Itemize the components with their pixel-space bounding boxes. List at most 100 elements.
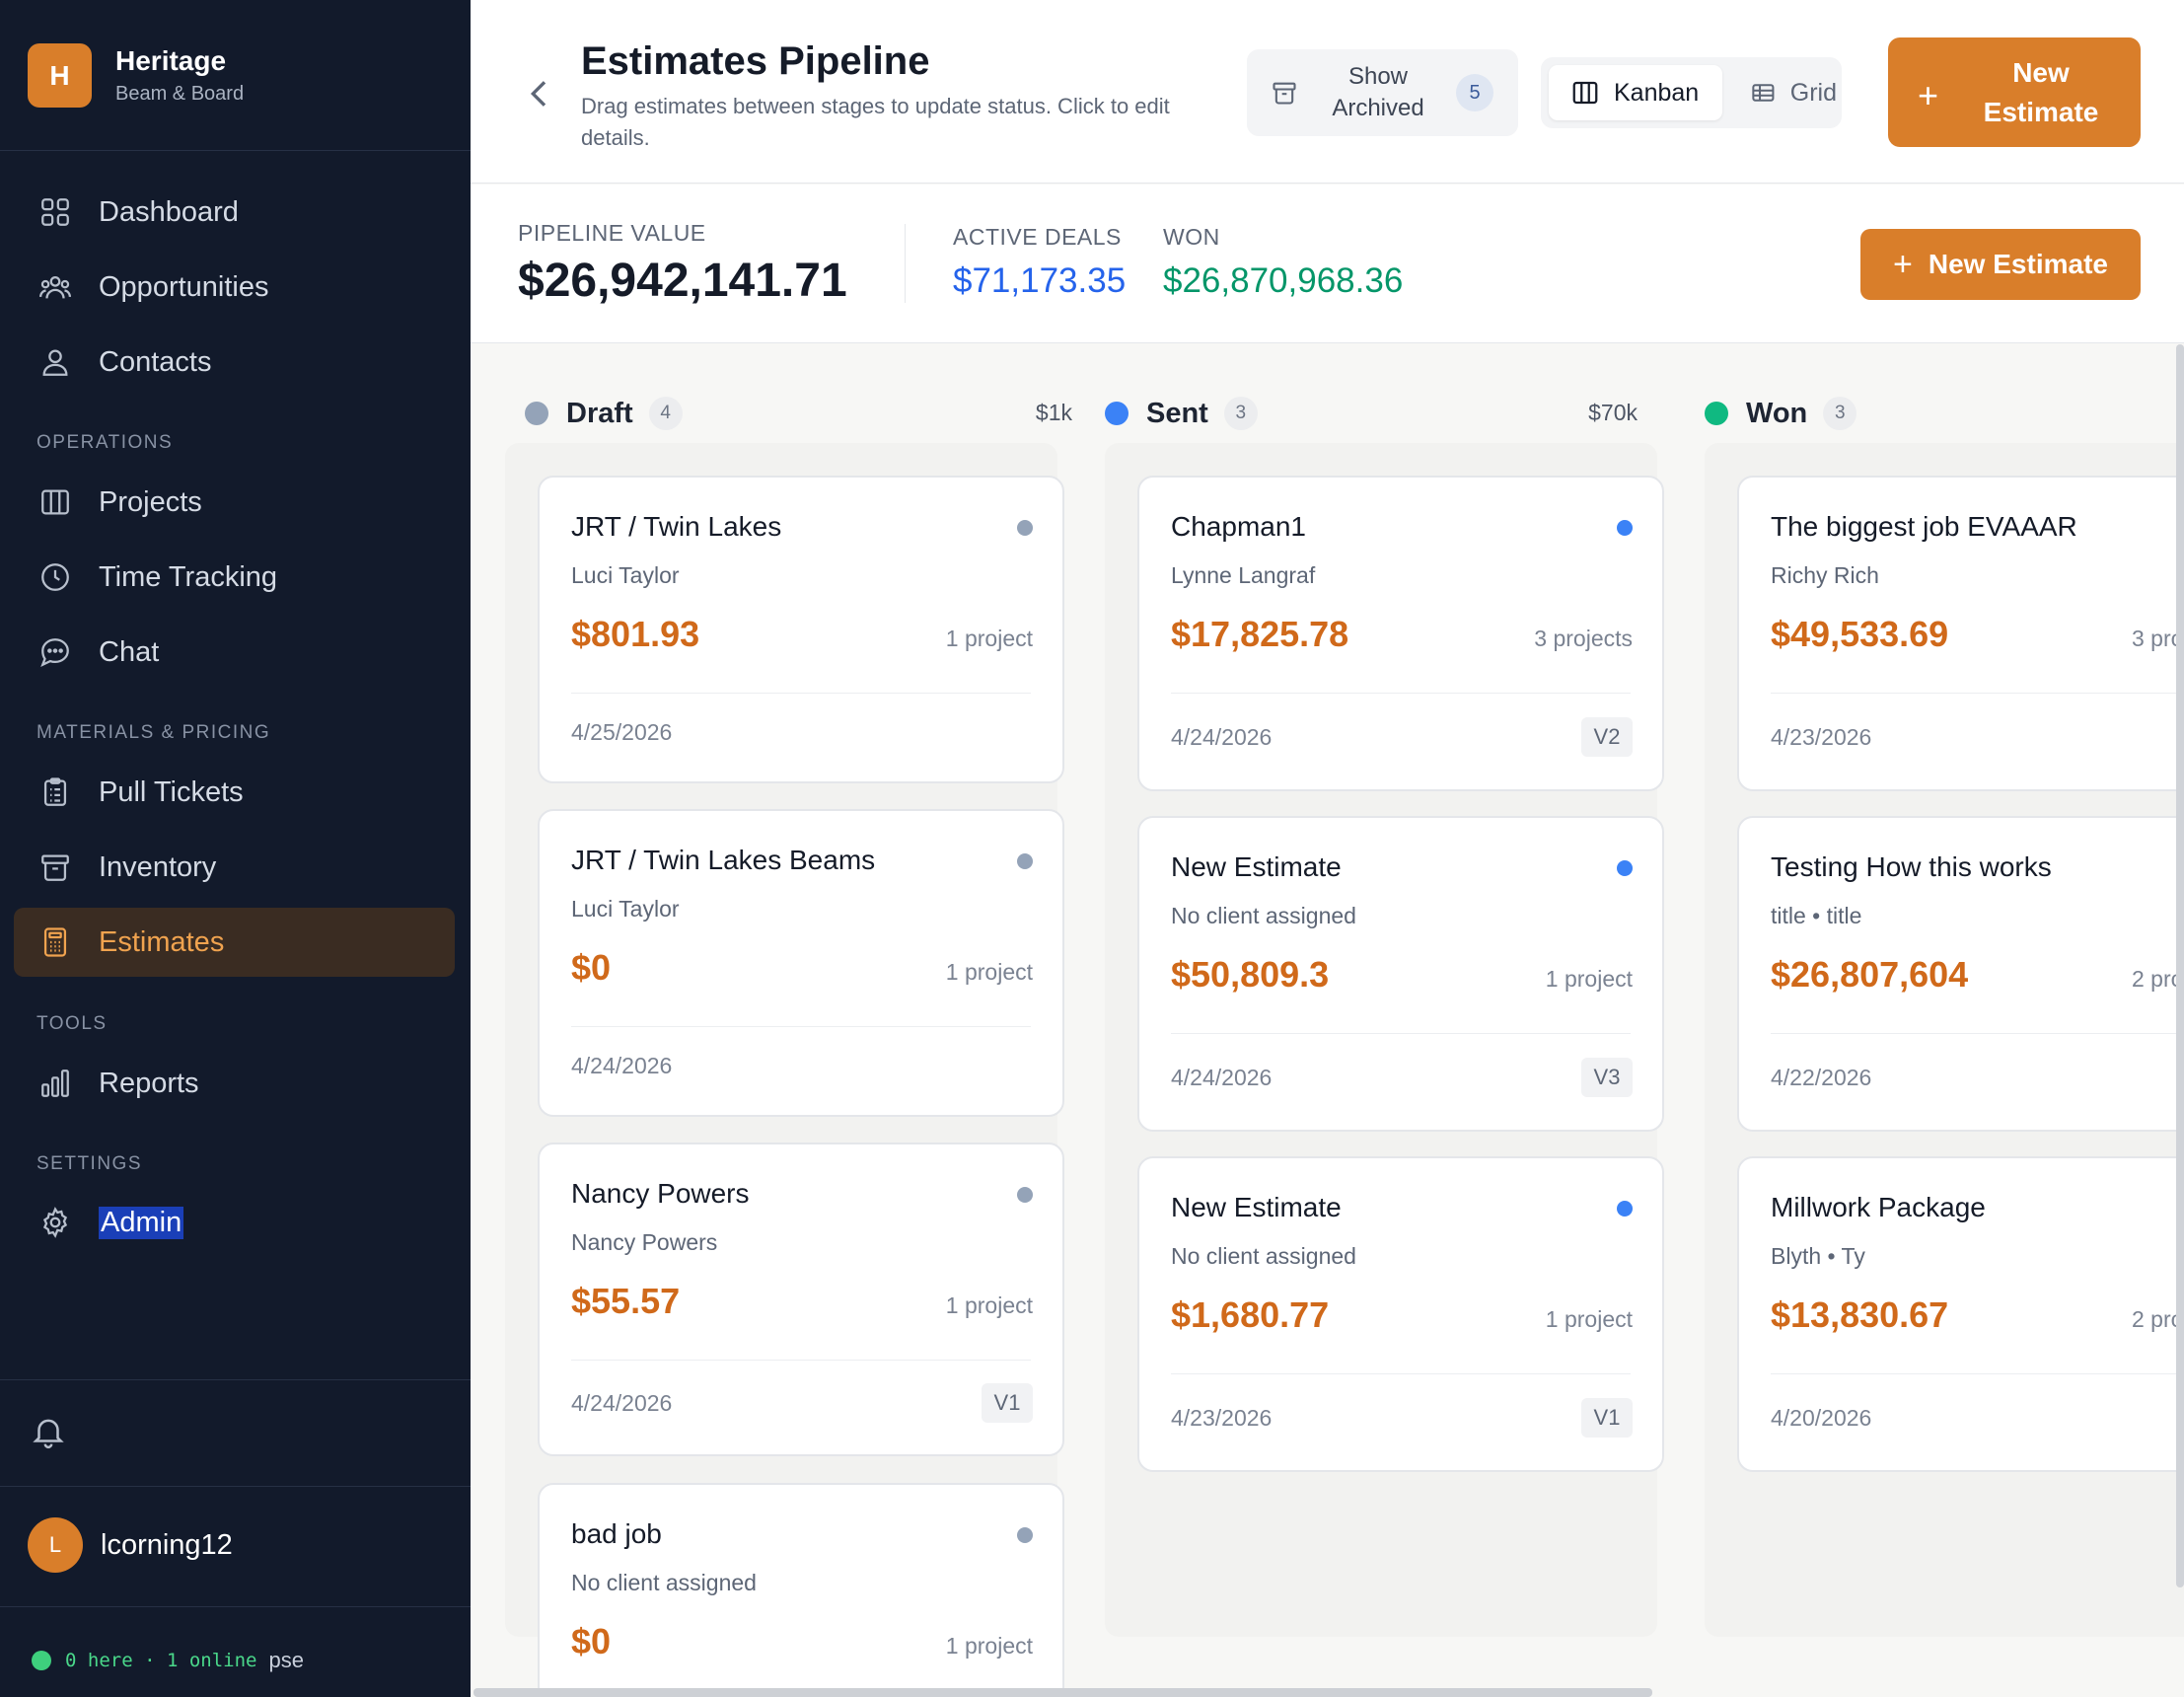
card-title: Nancy Powers (571, 1178, 750, 1209)
sidebar-item-time-tracking[interactable]: Time Tracking (14, 543, 455, 612)
card-title: JRT / Twin Lakes (571, 511, 782, 542)
sidebar-item-label: Dashboard (99, 195, 239, 228)
sidebar-item-label: Projects (99, 485, 202, 518)
show-archived-button[interactable]: Show Archived 5 (1247, 49, 1518, 136)
bell-icon[interactable] (30, 1413, 67, 1450)
section-label-tools: TOOLS (36, 1013, 108, 1034)
presence-extra: pse (268, 1648, 304, 1672)
estimate-card[interactable]: New Estimate No client assigned $50,809.… (1137, 816, 1664, 1132)
show-archived-label: Show Archived (1332, 63, 1424, 121)
version-badge: V3 (1581, 1058, 1633, 1097)
card-divider (571, 1026, 1031, 1027)
new-estimate-button[interactable]: + New Estimate (1860, 229, 2141, 300)
table-icon (1752, 84, 1775, 102)
sidebar-item-dashboard[interactable]: Dashboard (14, 178, 455, 247)
estimate-card[interactable]: bad job No client assigned $0 1 project (538, 1483, 1064, 1697)
estimate-card[interactable]: Nancy Powers Nancy Powers $55.57 1 proje… (538, 1143, 1064, 1456)
sidebar-item-projects[interactable]: Projects (14, 468, 455, 537)
chat-icon (37, 634, 73, 670)
card-date: 4/24/2026 (571, 1390, 673, 1416)
stats-divider (905, 224, 906, 303)
sidebar-item-estimates[interactable]: Estimates (14, 908, 455, 977)
estimate-card[interactable]: The biggest job EVAAAR Richy Rich $49,53… (1737, 476, 2184, 791)
sidebar-item-reports[interactable]: Reports (14, 1049, 455, 1118)
card-amount: $0 (571, 1621, 612, 1661)
card-client: Blyth • Ty (1771, 1243, 1865, 1269)
estimate-card[interactable]: Testing How this works title • title $26… (1737, 816, 2184, 1132)
sidebar-item-opportunities[interactable]: Opportunities (14, 253, 455, 322)
card-amount: $50,809.3 (1171, 954, 1330, 995)
estimate-card[interactable]: JRT / Twin Lakes Luci Taylor $801.93 1 p… (538, 476, 1064, 783)
card-amount: $1,680.77 (1171, 1294, 1330, 1335)
users-icon (37, 269, 73, 305)
card-divider (1171, 1033, 1631, 1034)
active-deals-value: $71,173.35 (953, 261, 1127, 300)
section-label-operations: OPERATIONS (36, 432, 174, 453)
status-dot-icon (1105, 402, 1128, 425)
card-project-count: 1 project (945, 959, 1033, 985)
card-divider (1171, 693, 1631, 694)
card-client: Luci Taylor (571, 562, 680, 588)
card-project-count: 1 project (945, 626, 1033, 651)
sidebar-item-label: Inventory (99, 850, 217, 883)
won-value: $26,870,968.36 (1163, 261, 1404, 300)
estimate-card[interactable]: Millwork Package Blyth • Ty $13,830.67 2… (1737, 1156, 2184, 1472)
estimate-card[interactable]: JRT / Twin Lakes Beams Luci Taylor $0 1 … (538, 809, 1064, 1117)
sidebar-item-chat[interactable]: Chat (14, 618, 455, 687)
view-grid-button[interactable]: Grid (1728, 65, 1837, 120)
card-amount: $49,533.69 (1771, 614, 1949, 654)
card-date: 4/24/2026 (571, 1053, 673, 1078)
card-client: No client assigned (1171, 903, 1356, 928)
card-title: Millwork Package (1771, 1192, 1986, 1222)
card-title: Chapman1 (1171, 511, 1306, 542)
estimate-card[interactable]: New Estimate No client assigned $1,680.7… (1137, 1156, 1664, 1472)
card-amount: $17,825.78 (1171, 614, 1349, 654)
status-dot-icon (1617, 860, 1633, 876)
column-header: Sent 3 (1105, 394, 1258, 433)
page-header: Estimates Pipeline Drag estimates betwee… (471, 0, 2184, 184)
column-total: $1k (1035, 400, 1072, 425)
card-title: New Estimate (1171, 851, 1342, 882)
horizontal-scrollbar[interactable] (473, 1688, 1652, 1697)
page-title: Estimates Pipeline (581, 39, 930, 83)
sidebar-item-pull-tickets[interactable]: Pull Tickets (14, 758, 455, 827)
sidebar-item-label: Reports (99, 1067, 199, 1099)
brand[interactable]: H Heritage Beam & Board (28, 43, 244, 108)
sidebar-item-label: Estimates (99, 925, 225, 958)
card-project-count: 1 project (945, 1633, 1033, 1659)
card-project-count: 1 project (945, 1292, 1033, 1318)
card-divider (1771, 693, 2184, 694)
card-project-count: 3 projects (1534, 626, 1633, 651)
gear-icon (37, 1205, 73, 1240)
column-draft: Draft 4 $1k JRT / Twin Lakes Luci Taylor… (471, 344, 1072, 1697)
card-client: No client assigned (1171, 1243, 1356, 1269)
card-client: No client assigned (571, 1570, 757, 1595)
status-dot-icon (1017, 520, 1033, 536)
sidebar: H Heritage Beam & Board Dashboard Opport… (0, 0, 471, 1697)
pipeline-value: $26,942,141.71 (518, 255, 847, 307)
column-count-badge: 3 (1823, 397, 1857, 430)
new-estimate-label: New Estimate (1928, 249, 2108, 279)
user-profile[interactable]: L lcorning12 (28, 1517, 233, 1573)
view-kanban-button[interactable]: Kanban (1549, 65, 1722, 120)
column-count-badge: 3 (1223, 397, 1258, 430)
brand-name: Heritage (115, 45, 227, 76)
sidebar-divider (0, 1606, 471, 1607)
card-amount: $0 (571, 947, 612, 988)
sidebar-item-admin[interactable]: Admin (14, 1188, 455, 1257)
page-subtitle: Drag estimates between stages to update … (581, 94, 1170, 150)
back-chevron-icon[interactable] (520, 74, 559, 113)
card-client: Luci Taylor (571, 896, 680, 922)
new-estimate-header-button[interactable]: + New Estimate (1888, 37, 2141, 147)
sidebar-item-label: Contacts (99, 345, 212, 378)
user-icon (37, 344, 73, 380)
card-date: 4/22/2026 (1771, 1065, 1872, 1090)
clock-icon (37, 559, 73, 595)
pipeline-stats: PIPELINE VALUE $26,942,141.71 ACTIVE DEA… (471, 184, 2184, 343)
card-amount: $55.57 (571, 1281, 681, 1321)
sidebar-divider (0, 1379, 471, 1380)
sidebar-item-inventory[interactable]: Inventory (14, 833, 455, 902)
vertical-scrollbar[interactable] (2176, 344, 2184, 1587)
sidebar-item-contacts[interactable]: Contacts (14, 328, 455, 397)
estimate-card[interactable]: Chapman1 Lynne Langraf $17,825.78 3 proj… (1137, 476, 1664, 791)
